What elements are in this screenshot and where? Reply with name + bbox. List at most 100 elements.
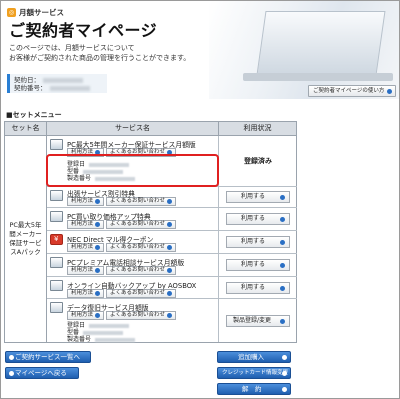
credit-card-change-button[interactable]: クレジットカード情報変更	[217, 367, 291, 379]
arrow-icon	[280, 195, 285, 200]
help-button-label: ご契約者マイページの使い方	[313, 88, 385, 94]
arrow-icon	[282, 355, 287, 360]
arrow-icon	[282, 387, 287, 392]
detail-model-value	[83, 330, 124, 335]
row-buttons: 利用方法 よくあるお問い合わせ	[67, 311, 177, 320]
intro-text: このページでは、月額サービスについて お客様がご契約された商品の管理を行うことが…	[9, 43, 190, 63]
back-to-mypage-button[interactable]: マイページへ戻る	[5, 367, 79, 379]
faq-button[interactable]: よくあるお問い合わせ	[106, 311, 177, 320]
coupon-icon	[50, 234, 63, 245]
status-cell: 利用する	[219, 277, 297, 298]
arrow-icon	[95, 291, 101, 296]
arrow-icon	[282, 371, 287, 376]
service-icon	[50, 190, 63, 201]
help-button[interactable]: ご契約者マイページの使い方	[308, 85, 396, 97]
cancel-contract-button[interactable]: 解 約	[217, 383, 291, 395]
header-status: 利用状況	[219, 122, 296, 136]
arrow-icon	[280, 240, 285, 245]
contract-date-row: 契約日：	[14, 76, 103, 84]
use-button[interactable]: 利用する	[226, 191, 290, 203]
usage-button[interactable]: 利用方法	[67, 243, 105, 252]
faq-button[interactable]: よくあるお問い合わせ	[106, 220, 177, 229]
faq-label: よくあるお問い合わせ	[110, 198, 166, 204]
usage-button[interactable]: 利用方法	[67, 220, 105, 229]
faq-label: よくあるお問い合わせ	[110, 312, 166, 318]
service-cell: NEC Direct マル得クーポン 利用方法 よくあるお問い合わせ	[47, 231, 219, 253]
page-frame: ◎ 月額サービス ご契約者マイページ このページでは、月額サービスについて お客…	[0, 0, 400, 399]
arrow-icon	[9, 355, 14, 360]
faq-label: よくあるお問い合わせ	[110, 267, 166, 273]
contract-date-label: 契約日：	[14, 76, 40, 84]
service-icon	[50, 211, 63, 222]
usage-button[interactable]: 利用方法	[67, 266, 105, 275]
faq-button[interactable]: よくあるお問い合わせ	[106, 243, 177, 252]
detail-model: 型番	[67, 329, 135, 336]
arrow-icon	[95, 268, 101, 273]
contract-number-label: 契約番号：	[14, 84, 47, 92]
service-list-button[interactable]: ご契約サービス一覧へ	[5, 351, 91, 363]
use-button[interactable]: 利用する	[226, 236, 290, 248]
service-cell: PC買い取り価格アップ特典 利用方法 よくあるお問い合わせ	[47, 208, 219, 230]
service-icon	[50, 139, 63, 150]
status-cell: 利用する	[219, 187, 297, 207]
intro-line-1: このページでは、月額サービスについて	[9, 44, 135, 52]
arrow-icon	[95, 222, 101, 227]
registration-detail: 登録日 型番 製造番号	[67, 322, 136, 343]
usage-button[interactable]: 利用方法	[67, 197, 105, 206]
detail-serial-label: 製造番号	[67, 336, 92, 343]
arrow-icon	[280, 318, 285, 324]
detail-serial: 製造番号	[67, 336, 136, 343]
service-list-label: ご契約サービス一覧へ	[15, 353, 80, 361]
row-buttons: 利用方法 よくあるお問い合わせ	[67, 220, 177, 229]
usage-button[interactable]: 利用方法	[67, 311, 105, 320]
use-button[interactable]: 利用する	[226, 281, 290, 294]
use-button[interactable]: 利用する	[226, 213, 290, 225]
product-register-label: 製品登録/変更	[233, 316, 272, 324]
use-button[interactable]: 利用する	[226, 259, 290, 271]
highlight-annotation	[46, 154, 219, 187]
use-button-label: 利用する	[241, 238, 266, 245]
faq-button[interactable]: よくあるお問い合わせ	[106, 266, 177, 275]
intro-line-2: お客様がご契約された商品の管理を行うことができます。	[9, 54, 191, 62]
arrow-icon	[95, 245, 101, 250]
usage-label: 利用方法	[71, 221, 94, 227]
page-title: ご契約者マイページ	[9, 21, 158, 40]
arrow-icon	[280, 217, 285, 222]
detail-date: 登録日	[67, 322, 135, 329]
arrow-icon	[280, 263, 285, 268]
service-logo-icon: ◎	[7, 8, 16, 17]
row-buttons: 利用方法 よくあるお問い合わせ	[67, 289, 177, 298]
service-icon	[50, 280, 63, 291]
detail-model-label: 型番	[67, 329, 80, 336]
set-menu-heading: ■セットメニュー	[6, 111, 62, 119]
arrow-icon	[167, 313, 173, 318]
status-cell: 利用する	[219, 208, 297, 230]
detail-date-value	[89, 323, 130, 328]
faq-button[interactable]: よくあるお問い合わせ	[106, 197, 177, 206]
usage-label: 利用方法	[71, 244, 94, 250]
detail-date-label: 登録日	[67, 322, 86, 329]
arrow-icon	[387, 89, 392, 94]
faq-label: よくあるお問い合わせ	[110, 244, 166, 250]
status-cell: 製品登録/変更	[219, 299, 297, 342]
status-cell: 利用する	[219, 254, 297, 276]
product-register-button[interactable]: 製品登録/変更	[226, 314, 290, 327]
page-header: ◎ 月額サービス ご契約者マイページ このページでは、月額サービスについて お客…	[1, 1, 399, 99]
arrow-icon	[167, 291, 173, 296]
arrow-icon	[95, 199, 101, 204]
use-button-label: 利用する	[241, 193, 266, 200]
detail-serial-value	[95, 337, 136, 342]
add-purchase-button[interactable]: 追加購入	[217, 351, 291, 363]
arrow-icon	[167, 245, 173, 250]
service-cell: PCプレミアム電話相談サービス月額版 利用方法 よくあるお問い合わせ	[47, 254, 219, 276]
usage-label: 利用方法	[71, 267, 94, 273]
laptop-base	[243, 73, 393, 81]
usage-button[interactable]: 利用方法	[67, 289, 105, 298]
service-cell: オンライン自動バックアップ by AOSBOX 利用方法 よくあるお問い合わせ	[47, 277, 219, 298]
usage-label: 利用方法	[71, 198, 94, 204]
row-buttons: 利用方法 よくあるお問い合わせ	[67, 243, 177, 252]
table-row: オンライン自動バックアップ by AOSBOX 利用方法 よくあるお問い合わせ …	[47, 277, 297, 299]
faq-button[interactable]: よくあるお問い合わせ	[106, 289, 177, 298]
table-row: データ復旧サービス月額版 利用方法 よくあるお問い合わせ 登録日 型番 製造番号…	[47, 299, 297, 343]
usage-label: 利用方法	[71, 312, 94, 318]
